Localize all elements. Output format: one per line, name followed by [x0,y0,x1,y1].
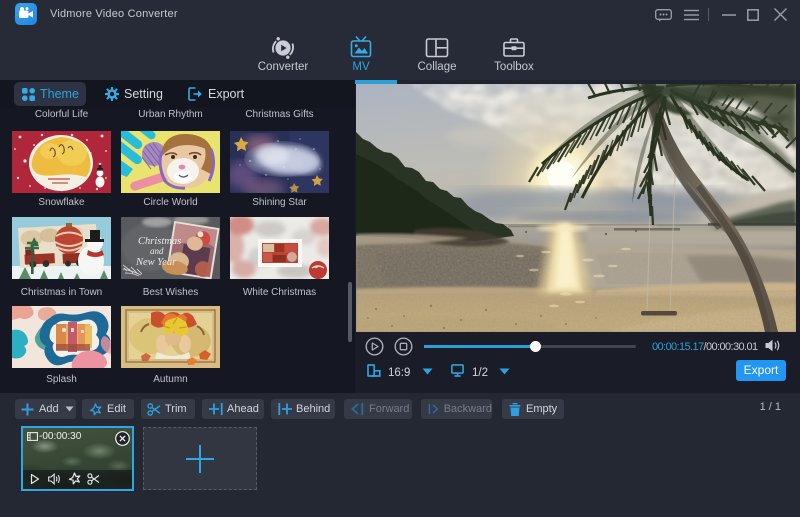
svg-text:New Year: New Year [135,257,177,268]
svg-text:and: and [150,246,164,256]
